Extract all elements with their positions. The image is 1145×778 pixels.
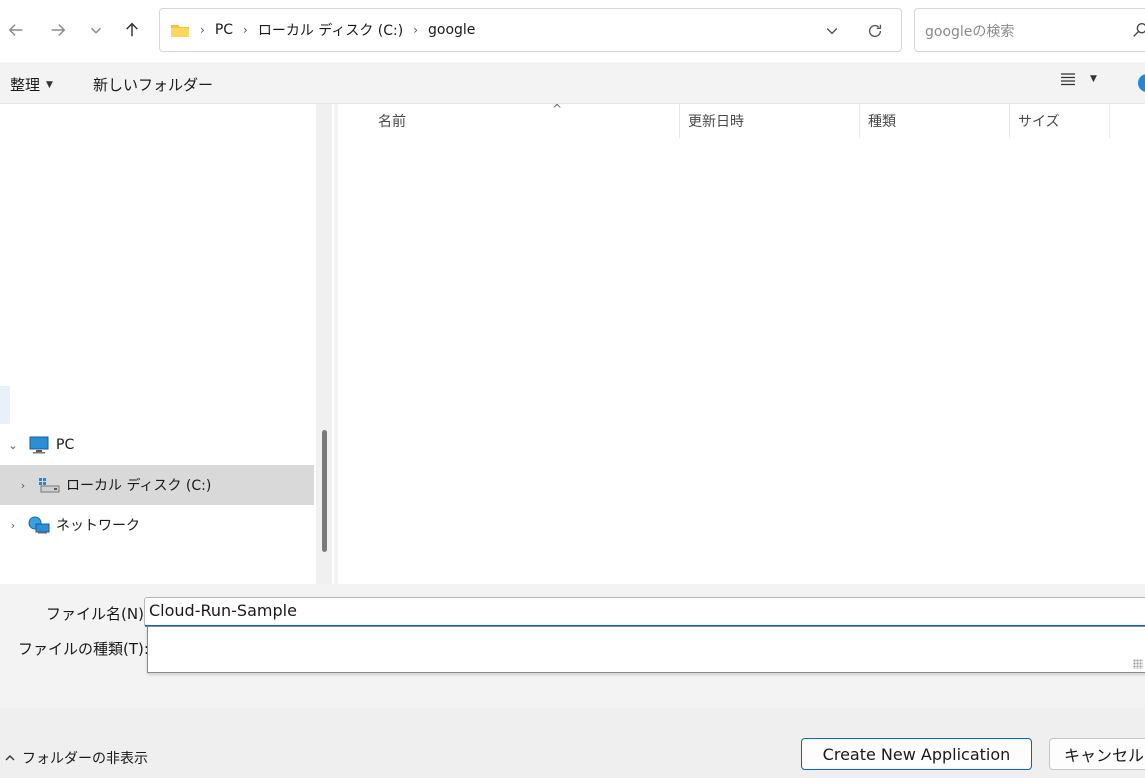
chevron-down-icon [826, 28, 838, 35]
nav-item-pc[interactable]: ⌄ PC [0, 425, 314, 465]
search-box[interactable]: googleの検索 [914, 8, 1145, 52]
help-icon[interactable] [1138, 74, 1145, 92]
chevron-up-icon [5, 755, 15, 761]
view-options-button[interactable]: ▼ [1060, 72, 1097, 86]
nav-item-local-disk[interactable]: › ローカル ディスク (C:) [0, 465, 314, 505]
refresh-icon [868, 24, 882, 38]
arrow-left-icon [8, 24, 23, 36]
recent-locations-button[interactable] [80, 14, 112, 46]
nav-item-label: PC [56, 437, 75, 453]
filetype-dropdown[interactable] [147, 626, 1145, 673]
sort-ascending-icon: ^ [552, 102, 563, 116]
new-folder-button[interactable]: 新しいフォルダー [93, 74, 213, 95]
file-list[interactable]: ^ 名前 更新日時 種類 サイズ [338, 102, 1145, 584]
resize-grip-icon[interactable] [1133, 659, 1143, 669]
filename-input[interactable]: Cloud-Run-Sample [144, 597, 1145, 627]
search-icon[interactable] [1131, 21, 1145, 39]
address-toolbar: › PC › ローカル ディスク (C:) › google googleの検索 [0, 0, 1145, 62]
new-folder-label: 新しいフォルダー [93, 76, 214, 94]
hide-folders-label: フォルダーの非表示 [22, 751, 148, 767]
breadcrumb-google[interactable]: google [428, 22, 475, 38]
column-header-label: サイズ [1018, 114, 1060, 130]
column-header-name[interactable]: ^ 名前 [370, 102, 680, 138]
breadcrumb-local-disk[interactable]: ローカル ディスク (C:) [258, 20, 403, 40]
breadcrumb-separator: › [243, 23, 248, 37]
column-header-modified[interactable]: 更新日時 [680, 104, 860, 138]
cancel-button[interactable]: キャンセル [1049, 738, 1145, 770]
create-new-application-button[interactable]: Create New Application [801, 738, 1032, 770]
breadcrumb: › PC › ローカル ディスク (C:) › google [170, 9, 475, 51]
filetype-label: ファイルの種類(T): [18, 640, 149, 658]
nav-item-label: ローカル ディスク (C:) [66, 478, 212, 494]
chevron-down-icon[interactable]: ⌄ [4, 439, 22, 452]
caret-down-icon: ▼ [1090, 74, 1097, 84]
column-header-label: 名前 [378, 114, 406, 130]
chevron-down-icon [90, 27, 102, 34]
column-header-type[interactable]: 種類 [860, 104, 1010, 138]
column-header-label: 種類 [868, 114, 896, 130]
chevron-right-icon[interactable]: › [14, 479, 32, 492]
computer-icon [29, 436, 49, 454]
save-file-dialog: › PC › ローカル ディスク (C:) › google googleの検索… [0, 0, 1145, 778]
folder-icon [171, 25, 189, 37]
chevron-right-icon[interactable]: › [4, 519, 22, 532]
hide-folders-toggle[interactable]: フォルダーの非表示 [4, 748, 148, 768]
breadcrumb-pc[interactable]: PC [215, 22, 233, 38]
breadcrumb-separator: › [413, 23, 418, 37]
column-header-label: 更新日時 [688, 114, 744, 130]
caret-down-icon: ▼ [46, 79, 53, 90]
back-button[interactable] [0, 14, 32, 46]
organize-menu[interactable]: 整理 ▼ [10, 74, 53, 95]
nav-scrollbar-thumb[interactable] [322, 430, 327, 552]
drive-icon [39, 478, 60, 493]
arrow-right-icon [51, 24, 66, 36]
list-view-icon [1061, 73, 1075, 86]
command-bar: 整理 ▼ 新しいフォルダー ▼ [0, 62, 1145, 104]
nav-item-network[interactable]: › ネットワーク [0, 505, 314, 545]
filename-label: ファイル名(N): [46, 605, 149, 623]
address-bar[interactable]: › PC › ローカル ディスク (C:) › google [159, 8, 902, 52]
network-icon [28, 516, 50, 534]
column-header-size[interactable]: サイズ [1010, 104, 1110, 138]
breadcrumb-separator: › [200, 23, 205, 37]
address-history-button[interactable] [821, 20, 843, 42]
search-placeholder: googleの検索 [925, 24, 1015, 40]
organize-label: 整理 [10, 76, 41, 94]
nav-item-label: ネットワーク [56, 518, 140, 534]
up-button[interactable] [116, 14, 148, 46]
forward-button[interactable] [42, 14, 74, 46]
arrow-up-icon [126, 22, 138, 37]
nav-focus-accent [0, 386, 10, 424]
refresh-button[interactable] [863, 19, 887, 43]
